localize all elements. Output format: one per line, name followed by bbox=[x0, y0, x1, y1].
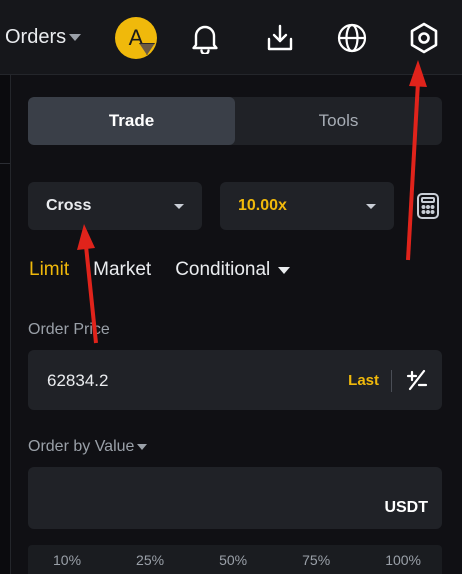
chevron-down-icon bbox=[69, 34, 82, 41]
leverage-value: 10.00x bbox=[238, 197, 287, 214]
slider-mark[interactable]: 50% bbox=[219, 552, 247, 568]
download-icon[interactable] bbox=[262, 20, 298, 56]
left-panel-edge bbox=[0, 75, 11, 574]
order-by-value-dropdown[interactable]: Order by Value bbox=[28, 438, 148, 456]
order-by-value-label: Order by Value bbox=[28, 438, 135, 455]
chevron-down-icon bbox=[174, 203, 184, 209]
tab-tools[interactable]: Tools bbox=[235, 97, 442, 145]
slider-mark[interactable]: 25% bbox=[136, 552, 164, 568]
order-price-value: 62834.2 bbox=[47, 371, 109, 390]
orders-label: Orders bbox=[5, 26, 67, 48]
chevron-down-icon bbox=[366, 203, 376, 209]
percent-slider[interactable]: 10% 25% 50% 75% 100% bbox=[28, 545, 442, 574]
chevron-down-icon bbox=[137, 444, 148, 450]
order-price-label: Order Price bbox=[28, 321, 110, 338]
order-type-tabs: Limit Market Conditional bbox=[29, 259, 291, 281]
orders-dropdown[interactable]: Orders bbox=[5, 26, 82, 49]
slider-mark[interactable]: 100% bbox=[385, 552, 421, 568]
tab-trade[interactable]: Trade bbox=[28, 97, 235, 145]
tab-limit[interactable]: Limit bbox=[29, 259, 69, 281]
tab-conditional[interactable]: Conditional bbox=[175, 259, 291, 281]
margin-mode-value: Cross bbox=[46, 197, 92, 214]
divider bbox=[0, 163, 10, 164]
avatar-letter: A bbox=[128, 25, 144, 50]
tab-market[interactable]: Market bbox=[93, 259, 151, 281]
leverage-select[interactable]: 10.00x bbox=[220, 182, 394, 230]
settings-hexagon-icon[interactable] bbox=[406, 20, 442, 56]
margin-mode-select[interactable]: Cross bbox=[28, 182, 202, 230]
annotation-arrow bbox=[406, 60, 427, 261]
bell-icon[interactable] bbox=[187, 20, 223, 56]
slider-mark[interactable]: 75% bbox=[302, 552, 330, 568]
unit-label: USDT bbox=[384, 499, 428, 516]
avatar[interactable]: A bbox=[115, 17, 157, 59]
last-price-button[interactable]: Last bbox=[348, 372, 379, 389]
globe-icon[interactable] bbox=[334, 20, 370, 56]
top-header: Orders A bbox=[0, 0, 462, 75]
order-price-input[interactable]: 62834.2 Last bbox=[28, 350, 442, 410]
plus-minus-icon[interactable] bbox=[406, 369, 428, 391]
conditional-label: Conditional bbox=[175, 259, 271, 280]
divider bbox=[391, 370, 392, 392]
order-value-input[interactable]: USDT bbox=[28, 467, 442, 529]
chevron-down-icon bbox=[278, 266, 291, 274]
calculator-icon[interactable] bbox=[414, 192, 442, 220]
trade-tools-tabs: Trade Tools bbox=[28, 97, 442, 145]
slider-mark[interactable]: 10% bbox=[53, 552, 81, 568]
